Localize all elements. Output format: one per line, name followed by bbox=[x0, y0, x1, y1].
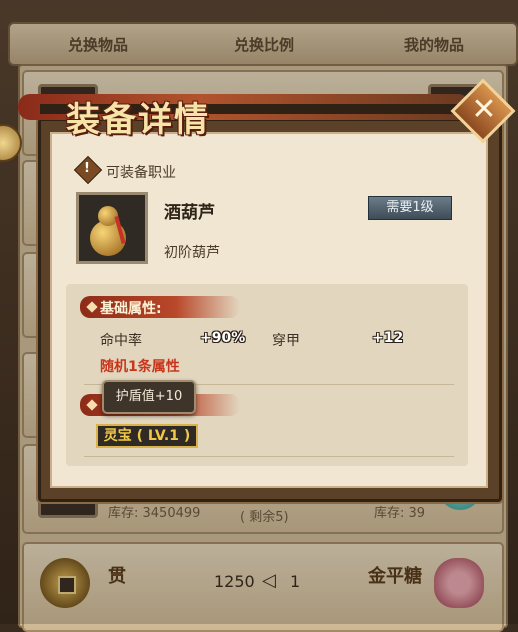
item-description: 初阶葫芦 bbox=[164, 245, 220, 261]
close-icon[interactable]: ✕ bbox=[470, 94, 498, 126]
attr-label-hit: 命中率 bbox=[100, 333, 142, 349]
shield-tooltip: 护盾值+10 bbox=[102, 380, 196, 414]
attr-label-pierce: 穿甲 bbox=[272, 333, 300, 349]
random-attr-label: 随机1条属性 bbox=[100, 359, 180, 375]
level-required-badge: 需要1级 bbox=[368, 196, 452, 220]
attr-value-pierce: +12 bbox=[372, 330, 404, 346]
equip-job-label: 可装备职业 bbox=[106, 165, 176, 181]
lingbao-tag[interactable]: 灵宝 ( LV.1 ) bbox=[96, 424, 198, 448]
dialog-title: 装备详情 bbox=[66, 100, 210, 140]
item-name: 酒葫芦 bbox=[164, 203, 215, 223]
base-attr-title: 基础属性: bbox=[100, 301, 162, 317]
attr-value-hit: +90% bbox=[200, 330, 246, 346]
exclamation-icon: ! bbox=[84, 161, 90, 176]
divider bbox=[84, 456, 454, 457]
